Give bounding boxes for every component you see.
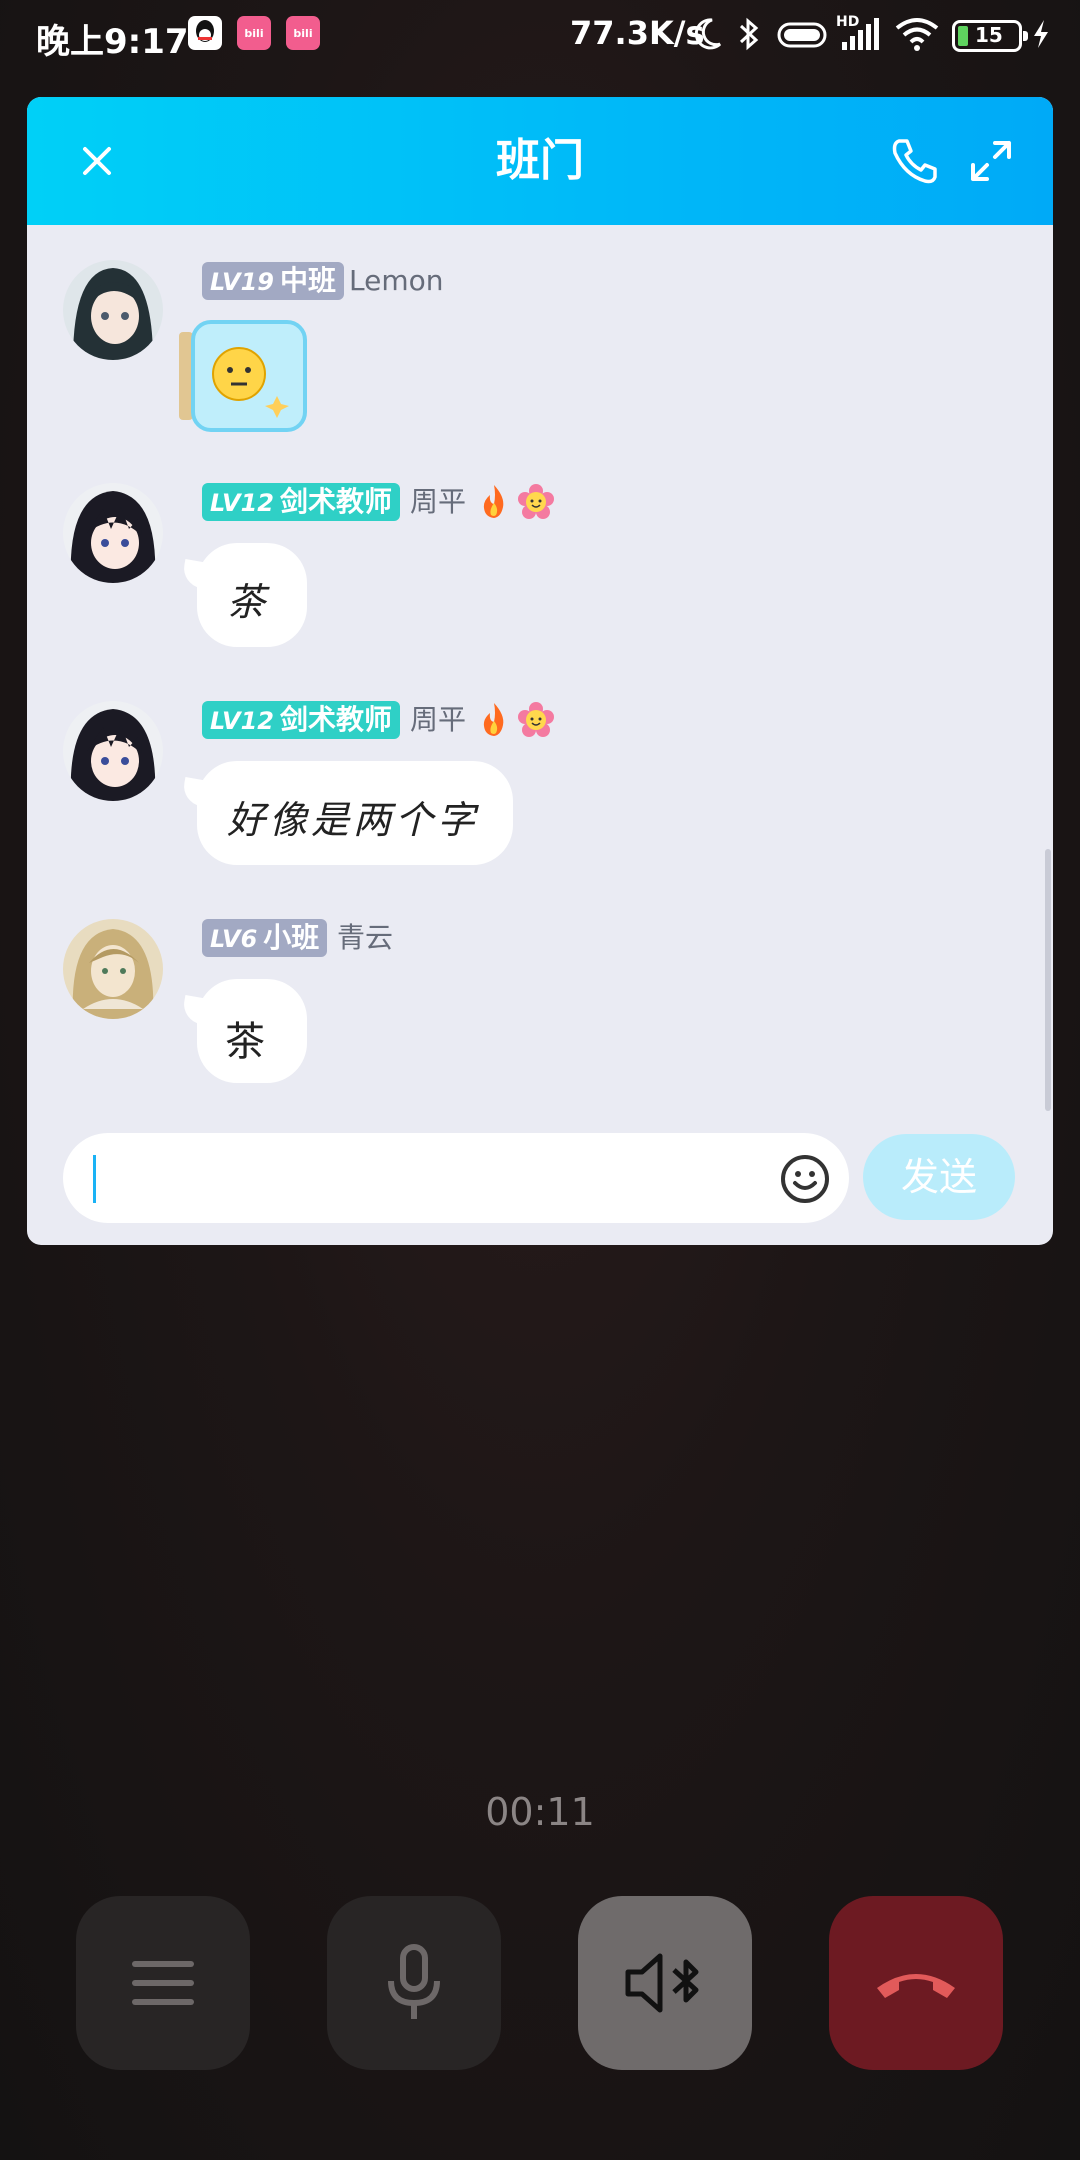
avatar[interactable] (63, 701, 163, 801)
battery-level: 15 (975, 23, 1003, 47)
call-button[interactable] (885, 131, 945, 191)
scrollbar[interactable] (1045, 849, 1051, 1111)
sticker-image[interactable] (175, 318, 315, 436)
qq-icon (188, 16, 222, 50)
signal-icon (842, 18, 879, 50)
speaker-bluetooth-icon (625, 1953, 699, 2013)
toggle-icon (777, 22, 827, 48)
fire-icon (483, 703, 504, 736)
message-bubble[interactable]: 茶 (180, 543, 307, 647)
emoji-icon[interactable] (779, 1153, 831, 1205)
bluetooth-icon (739, 17, 759, 51)
text-caret (93, 1155, 96, 1203)
avatar[interactable] (63, 260, 163, 360)
battery-icon: 15 (952, 20, 1028, 52)
net-speed: 77.3K/s (570, 14, 705, 52)
phone-icon (892, 139, 937, 184)
message-input[interactable] (63, 1133, 849, 1223)
username: Lemon (349, 264, 444, 297)
username: 青云 (337, 921, 394, 954)
status-bar: 晚上9:17 bili bili 77.3K/s HD 15 (0, 0, 1080, 70)
level-badge: LV12 剑术教师 (202, 483, 400, 521)
moon-icon (694, 18, 722, 50)
wifi-icon (895, 18, 939, 51)
chat-header: 班门 (27, 97, 1053, 225)
flower-face-icon (518, 702, 554, 737)
username: 周平 (410, 485, 467, 518)
expand-icon (971, 141, 1011, 181)
level-badge: LV19 中班 (202, 262, 344, 300)
expand-button[interactable] (961, 131, 1021, 191)
level-badge: LV6 小班 (202, 919, 328, 957)
message-text: 茶 (225, 1019, 265, 1065)
level-badge: LV12 剑术教师 (202, 701, 400, 739)
bilibili-icon: bili (237, 16, 271, 50)
hang-up-icon (877, 1974, 955, 1998)
fire-icon (483, 485, 504, 518)
menu-button[interactable] (76, 1896, 250, 2070)
microphone-button[interactable] (327, 1896, 501, 2070)
message-text: 好像是两个字 (227, 798, 480, 842)
chat-panel: 班门 LV19 中班 Lemon LV12 剑术教师 周平 茶 LV12 剑术教… (27, 97, 1053, 1245)
speaker-button[interactable] (578, 1896, 752, 2070)
avatar[interactable] (63, 919, 163, 1019)
message-text: 茶 (227, 580, 266, 624)
bilibili-icon: bili (286, 16, 320, 50)
call-timer: 00:11 (485, 1790, 595, 1834)
status-time: 晚上9:17 (36, 22, 189, 62)
charging-icon (1034, 20, 1048, 48)
send-button[interactable]: 发送 (863, 1134, 1015, 1220)
username: 周平 (410, 703, 467, 736)
message-bubble[interactable]: 茶 (180, 979, 307, 1083)
menu-icon (132, 1961, 194, 2005)
avatar[interactable] (63, 483, 163, 583)
microphone-icon (388, 1944, 440, 2019)
flower-face-icon (518, 484, 554, 519)
message-bubble[interactable]: 好像是两个字 (180, 761, 513, 865)
hang-up-button[interactable] (829, 1896, 1003, 2070)
